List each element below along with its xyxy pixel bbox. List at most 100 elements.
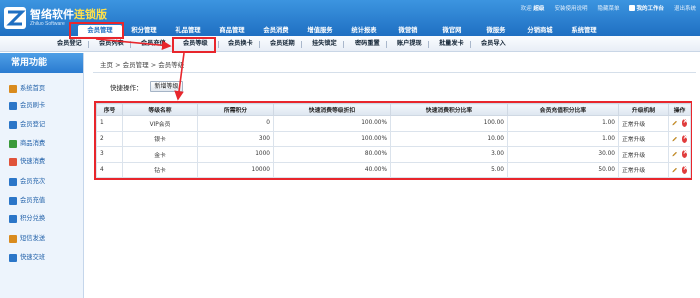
cell-actions <box>668 130 691 147</box>
breadcrumb: 主页 > 会员管理 > 会员等级 <box>100 61 185 69</box>
points-exchange-icon <box>9 215 17 223</box>
nav-reports[interactable]: 统计报表 <box>342 25 386 36</box>
breadcrumb-home[interactable]: 主页 <box>100 61 113 69</box>
cell-consume-rate: 3.00 <box>390 146 508 163</box>
subnav-card-change[interactable]: 会员换卡 <box>228 36 253 52</box>
cell-level-name: 钻卡 <box>122 161 198 178</box>
edit-icon[interactable] <box>672 135 678 143</box>
col-mechanism: 升级机制 <box>618 103 669 116</box>
nav-gifts[interactable]: 礼品管理 <box>166 25 210 36</box>
logo-version: 连锁版 <box>74 8 107 21</box>
recharge-times-icon <box>9 178 17 186</box>
shift-handover-icon <box>9 254 17 262</box>
nav-distribution-mall[interactable]: 分销商城 <box>518 25 562 36</box>
cell-recharge-rate: 50.00 <box>507 161 619 178</box>
cell-no: 1 <box>96 115 123 132</box>
table-row: 1 VIP会员 0 100.00% 100.00 1.00 正常升级 <box>96 115 691 132</box>
nav-points[interactable]: 积分管理 <box>122 25 166 36</box>
subnav-member-extend[interactable]: 会员延期 <box>270 36 295 52</box>
cell-recharge-rate: 30.00 <box>507 146 619 163</box>
cell-discount: 40.00% <box>273 161 391 178</box>
cell-mechanism: 正常升级 <box>618 115 669 132</box>
cell-no: 2 <box>96 130 123 147</box>
add-level-button[interactable]: 新增等级 <box>150 81 183 92</box>
subnav-divider <box>301 41 302 48</box>
cell-discount: 100.00% <box>273 115 391 132</box>
subnav-batch-issue[interactable]: 批量发卡 <box>439 36 464 52</box>
quick-consume-icon <box>9 158 17 166</box>
hide-menu-link[interactable]: 隐藏菜单 <box>597 4 619 14</box>
subnav-password-reset[interactable]: 密码重置 <box>355 36 380 52</box>
logo-text: 智络软件 <box>30 8 74 21</box>
nav-micro-site[interactable]: 微官网 <box>430 25 474 36</box>
subnav-divider <box>386 41 387 48</box>
cell-points: 300 <box>197 130 274 147</box>
subnav-divider <box>259 41 260 48</box>
subnav-divider <box>218 41 219 48</box>
cell-level-name: VIP会员 <box>122 115 198 132</box>
member-card-icon <box>9 102 17 110</box>
col-recharge-rate: 会员充值积分比率 <box>507 103 619 116</box>
logout-link[interactable]: 退出系统 <box>674 4 696 14</box>
cell-discount: 100.00% <box>273 130 391 147</box>
sidebar-item-card-swipe[interactable]: 会员刷卡 <box>9 101 45 111</box>
sidebar-item-sms[interactable]: 短信发送 <box>9 234 45 244</box>
edit-icon[interactable] <box>672 119 678 127</box>
cell-points: 0 <box>197 115 274 132</box>
sms-icon <box>9 235 17 243</box>
col-required-points: 所需积分 <box>197 103 274 116</box>
subnav-withdraw[interactable]: 账户提现 <box>397 36 422 52</box>
logo-subtitle: Zhiluo Software <box>30 21 65 27</box>
col-discount: 快速消费等级折扣 <box>273 103 391 116</box>
nav-value-added[interactable]: 增值服务 <box>298 25 342 36</box>
delete-icon[interactable] <box>681 164 689 174</box>
subnav-member-import[interactable]: 会员导入 <box>481 36 506 52</box>
breadcrumb-member-management[interactable]: 会员管理 <box>123 61 149 69</box>
sidebar-item-quick-consume[interactable]: 快速消费 <box>9 157 45 167</box>
cell-points: 10000 <box>197 161 274 178</box>
goods-consume-icon <box>9 140 17 148</box>
sidebar-item-home[interactable]: 系统首页 <box>9 84 45 94</box>
help-link[interactable]: 安装使用说明 <box>554 4 587 14</box>
nav-member-consume[interactable]: 会员消费 <box>254 25 298 36</box>
cell-mechanism: 正常升级 <box>618 161 669 178</box>
nav-micro-service[interactable]: 微服务 <box>474 25 518 36</box>
subnav-member-recharge[interactable]: 会员充值 <box>141 36 166 52</box>
nav-system[interactable]: 系统管理 <box>562 25 606 36</box>
sidebar-item-points-exchange[interactable]: 积分兑换 <box>9 214 45 224</box>
highlight-member-management <box>69 22 124 39</box>
delete-icon[interactable] <box>681 117 689 128</box>
sidebar-item-recharge-times[interactable]: 会员充次 <box>9 177 45 187</box>
delete-icon[interactable] <box>681 148 689 159</box>
top-links: 欢迎 超级 安装使用说明 隐藏菜单 我的工作台 退出系统 <box>521 4 696 14</box>
workbench-link[interactable]: 我的工作台 <box>629 4 664 14</box>
col-consume-rate: 快速消费积分比率 <box>390 103 508 116</box>
cell-actions <box>668 115 691 132</box>
logo-mark-icon <box>4 7 26 29</box>
delete-icon[interactable] <box>681 133 689 143</box>
logo-title: 智络软件连锁版 <box>30 6 107 22</box>
subnav-loss-lock[interactable]: 挂失锁定 <box>312 36 337 52</box>
subnav-divider <box>343 41 344 48</box>
subnav-divider <box>88 41 89 48</box>
cell-points: 1000 <box>197 146 274 163</box>
cell-actions <box>668 146 691 163</box>
home-icon <box>9 85 17 93</box>
sidebar-item-goods-consume[interactable]: 商品消费 <box>9 139 45 149</box>
nav-goods[interactable]: 商品管理 <box>210 25 254 36</box>
divider <box>93 72 696 73</box>
nav-micro-marketing[interactable]: 微营销 <box>386 25 430 36</box>
sidebar-item-recharge[interactable]: 会员充值 <box>9 196 45 206</box>
col-level-name: 等级名称 <box>122 103 198 116</box>
table-row: 2 银卡 300 100.00% 10.00 1.00 正常升级 <box>96 130 691 147</box>
cell-mechanism: 正常升级 <box>618 130 669 147</box>
main-nav: 会员管理 积分管理 礼品管理 商品管理 会员消费 增值服务 统计报表 微营销 微… <box>78 25 606 36</box>
sidebar-item-member-register[interactable]: 会员登记 <box>9 120 45 130</box>
sidebar-item-shift-handover[interactable]: 快速交班 <box>9 253 45 263</box>
quick-ops-label: 快捷操作： <box>110 84 143 92</box>
edit-icon[interactable] <box>672 166 678 174</box>
cell-actions <box>668 161 691 178</box>
member-register-icon <box>9 121 17 129</box>
cell-level-name: 银卡 <box>122 130 198 147</box>
edit-icon[interactable] <box>672 150 678 158</box>
